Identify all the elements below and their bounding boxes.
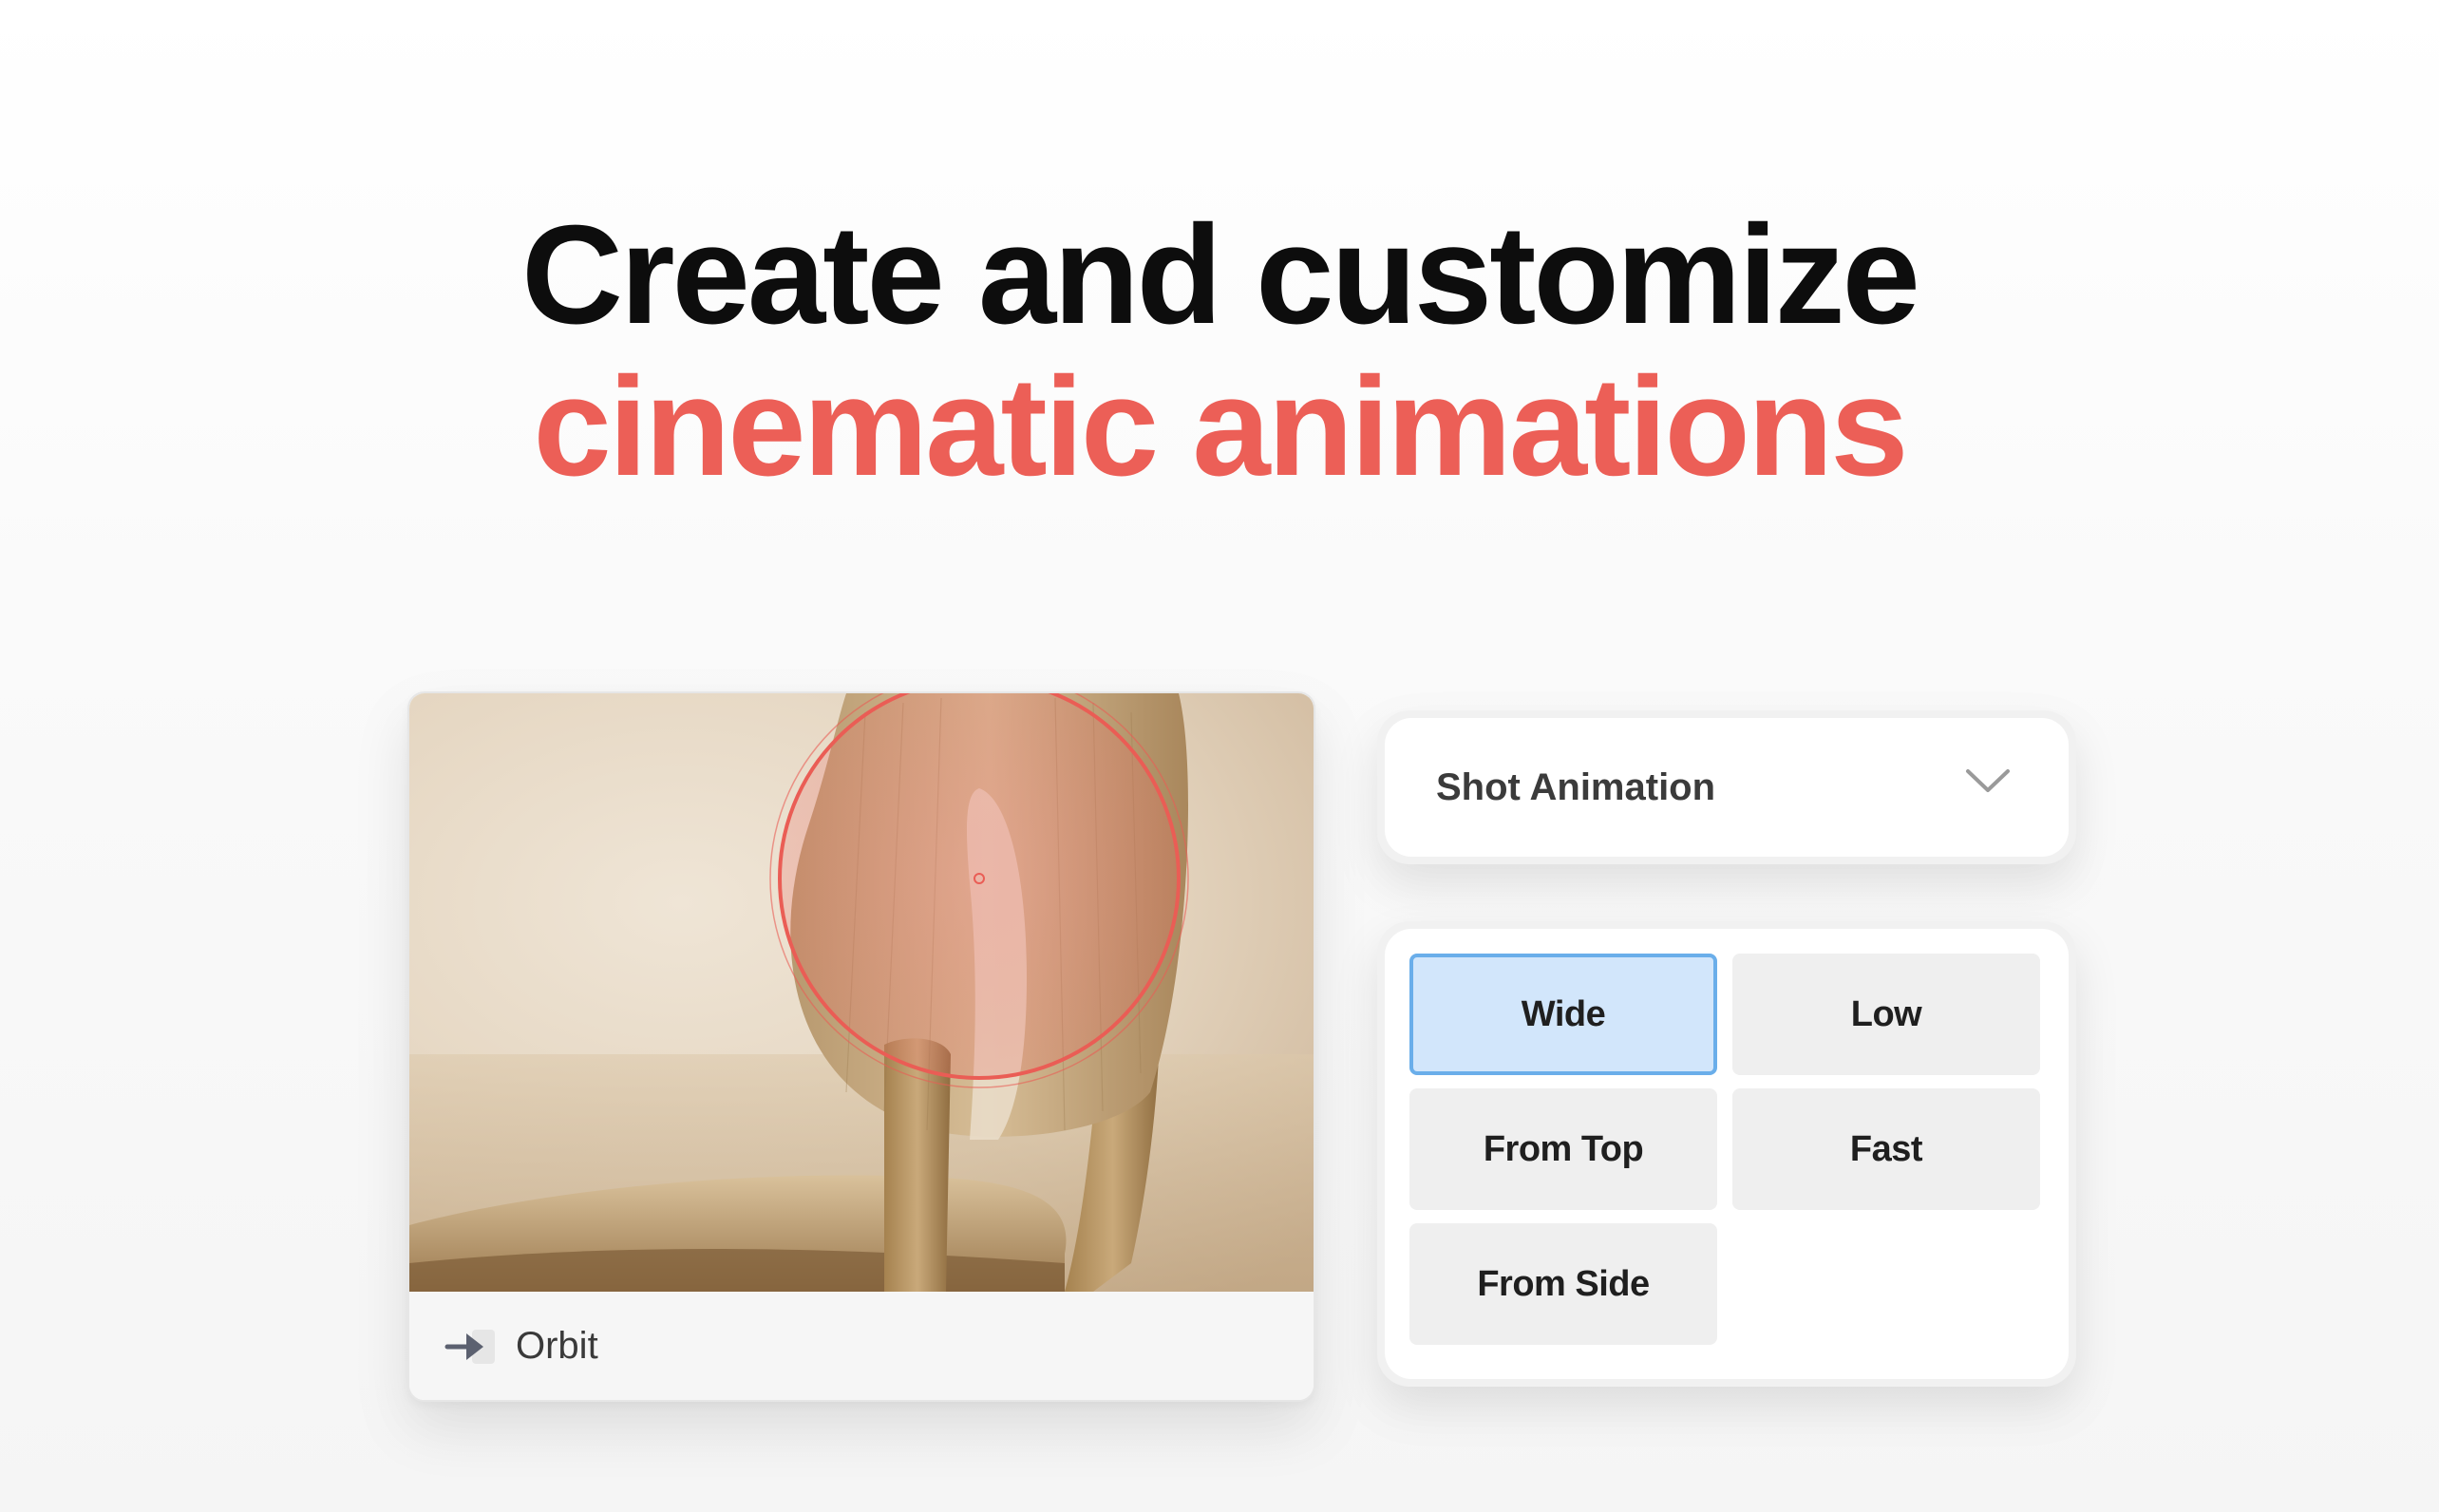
chair-preview-image xyxy=(409,693,1314,1292)
animation-preview-card[interactable]: Orbit xyxy=(407,691,1315,1402)
shot-animation-dropdown[interactable]: Shot Animation xyxy=(1385,718,2069,857)
headline-line-1: Create and customize xyxy=(521,197,1920,353)
shot-animation-dropdown-wrapper: Shot Animation xyxy=(1377,710,2076,864)
preview-footer: Orbit xyxy=(409,1292,1314,1400)
shot-options-panel: Wide Low From Top Fast From Side xyxy=(1385,929,2069,1379)
option-from-side[interactable]: From Side xyxy=(1409,1223,1717,1345)
option-fast[interactable]: Fast xyxy=(1732,1088,2040,1210)
headline-line-2-accent: cinematic animations xyxy=(533,349,1908,505)
dropdown-label: Shot Animation xyxy=(1436,766,1716,808)
animation-name-label: Orbit xyxy=(516,1325,598,1367)
option-wide[interactable]: Wide xyxy=(1409,954,1717,1075)
chevron-down-icon xyxy=(1966,769,2010,792)
headline: Create and customize cinematic animation… xyxy=(0,199,2439,503)
option-from-top[interactable]: From Top xyxy=(1409,1088,1717,1210)
option-low[interactable]: Low xyxy=(1732,954,2040,1075)
shot-options-panel-wrapper: Wide Low From Top Fast From Side xyxy=(1377,921,2076,1387)
arrow-right-icon xyxy=(444,1330,495,1364)
